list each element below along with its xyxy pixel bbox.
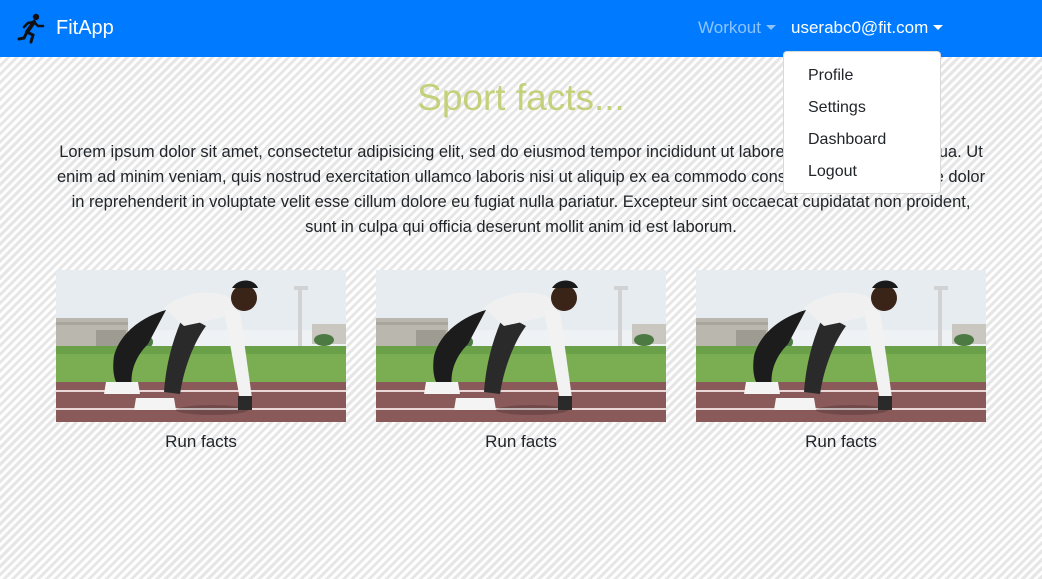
nav-user-label: userabc0@fit.com [791, 18, 929, 37]
caret-down-icon [933, 25, 944, 30]
nav-user-dropdown[interactable]: userabc0@fit.com [791, 18, 944, 38]
dropdown-item-settings[interactable]: Settings [784, 92, 940, 124]
caret-down-icon [766, 25, 776, 30]
brand-name[interactable]: FitApp [56, 16, 114, 40]
card-run-facts-2[interactable]: Run facts [376, 270, 666, 460]
sprinter-photo [696, 270, 986, 422]
user-dropdown-menu: Profile Settings Dashboard Logout [783, 51, 941, 194]
dropdown-item-dashboard[interactable]: Dashboard [784, 124, 940, 156]
card-run-facts-1[interactable]: Run facts [56, 270, 346, 460]
running-man-icon[interactable] [16, 12, 48, 44]
card-caption: Run facts [805, 432, 877, 451]
card-caption: Run facts [165, 432, 237, 451]
nav-workout-dropdown[interactable]: Workout [698, 18, 776, 38]
card-caption: Run facts [485, 432, 557, 451]
nav-workout-label: Workout [698, 18, 761, 37]
dropdown-item-logout[interactable]: Logout [784, 156, 940, 188]
sprinter-photo [376, 270, 666, 422]
card-run-facts-3[interactable]: Run facts [696, 270, 986, 460]
sprinter-photo [56, 270, 346, 422]
navbar: FitApp Workout userabc0@fit.com [0, 0, 1042, 57]
dropdown-item-profile[interactable]: Profile [784, 60, 940, 92]
